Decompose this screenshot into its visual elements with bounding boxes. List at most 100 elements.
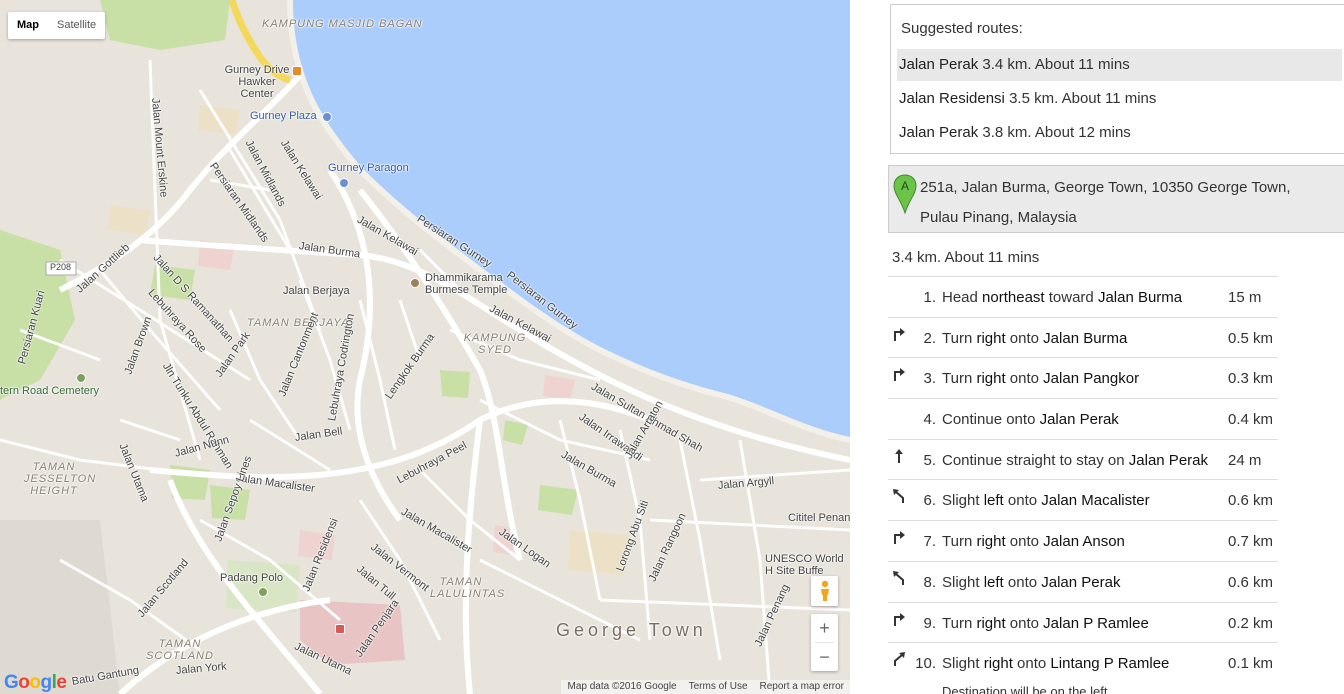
step-direction: northeast [982,289,1045,306]
step-instruction: Turn right onto Jalan Anson [942,533,1125,550]
route-summary: 3.4 km. About 11 mins [892,249,1040,266]
step-road: Jalan Perak [1128,451,1208,469]
route-option[interactable]: Jalan Residensi 3.5 km. About 11 mins [897,83,1342,115]
start-marker-letter: A [901,179,909,193]
step-distance: 0.3 km [1228,370,1274,388]
step-text: Turn [942,533,977,551]
step-road: Jalan Pangkor [1043,370,1140,388]
direction-step[interactable]: 6. Slight left onto Jalan Macalister 0.6 k… [888,479,1278,520]
step-road: Jalan Anson [1043,533,1125,551]
direction-step[interactable]: 4. Continue onto Jalan Perak 0.4 km [888,398,1278,439]
start-marker-icon: A [893,174,917,214]
direction-step[interactable]: 7. Turn right onto Jalan Anson 0.7 km [888,520,1278,561]
poi-label: Dhammikarama Burmese Temple [425,272,508,296]
route-name: Jalan Perak [899,124,979,141]
direction-step[interactable]: 5. Continue straight to stay on Jalan Per… [888,438,1278,480]
step-number: 1. [923,289,936,306]
map-attribution: Map data ©2016 Google Terms of Use Repor… [561,680,850,694]
map-data-text: Map data ©2016 Google [567,681,677,692]
destination-note: Destination will be on the left [942,684,1108,694]
poi-label: Padang Polo [220,572,283,584]
step-text: Slight [942,655,984,673]
step-text: onto [1012,655,1051,673]
step-text: onto [1005,370,1044,388]
direction-step[interactable]: 9. Turn right onto Jalan P Ramlee 0.2 km [888,601,1278,643]
map-type-map-button[interactable]: Map [8,12,48,39]
step-instruction: Continue onto Jalan Perak [942,411,1119,428]
step-text: onto [1003,573,1042,591]
zoom-control: + − [811,614,838,671]
terms-of-use-link[interactable]: Terms of Use [683,680,754,694]
route-detail: 3.8 km. About 12 mins [982,124,1131,141]
step-text: Slight [942,573,984,591]
step-direction: left [983,573,1004,591]
step-instruction: Continue straight to stay on Jalan Perak [942,452,1208,469]
poi-label: Gurney Drive Hawker Center [224,64,290,100]
route-option[interactable]: Jalan Perak 3.8 km. About 12 mins [897,117,1342,149]
step-instruction: Turn right onto Jalan Pangkor [942,370,1139,387]
temple-icon [410,278,420,288]
route-detail: 3.4 km. About 11 mins [982,56,1130,73]
step-number: 2. [923,329,936,347]
park-icon [258,587,268,597]
area-label: KAMPUNG MASJID BAGAN [262,18,423,30]
route-shield: P208 [50,262,72,272]
hospital-icon [335,624,345,634]
step-text: Turn [942,614,977,632]
step-number: 8. [923,573,936,591]
step-distance: 0.2 km [1228,614,1274,632]
step-text: onto [1003,492,1042,510]
directions-steps-list: 1. Head northeast toward Jalan Burma 15 m 2… [888,276,1278,683]
direction-step[interactable]: 10. Slight right onto Lintang P Ramlee 0.1… [888,642,1278,683]
zoom-out-button[interactable]: − [811,643,838,671]
step-direction: right [976,614,1006,632]
step-instruction: Turn right onto Jalan Burma [942,330,1127,347]
area-label: TAMAN JESSELTON HEIGHT [24,461,97,497]
step-text: Slight [942,492,984,510]
route-option[interactable]: Jalan Perak 3.4 km. About 11 mins [897,49,1342,81]
step-instruction: Slight left onto Jalan Macalister [942,492,1150,509]
step-text: onto [1005,533,1044,551]
step-road: Jalan Macalister [1041,492,1150,510]
area-label: TAMAN LALULINTAS [430,576,506,600]
step-text: toward [1044,289,1098,306]
map-type-satellite-button[interactable]: Satellite [48,12,105,39]
map-canvas[interactable]: KAMPUNG MASJID BAGAN Gurney Drive Hawker… [0,0,850,694]
map-type-control: Map Satellite [8,12,106,39]
step-road: Jalan Perak [1041,573,1121,591]
step-direction: left [983,492,1004,510]
direction-step[interactable]: 8. Slight left onto Jalan Perak 0.6 km [888,560,1278,602]
step-number: 7. [923,533,936,551]
poi-label: Gurney Paragon [328,162,409,174]
poi-label: tern Road Cemetery [0,385,100,397]
step-distance: 15 m [1228,289,1262,306]
zoom-in-button[interactable]: + [811,614,838,642]
direction-step[interactable]: 1. Head northeast toward Jalan Burma 15 m [888,276,1278,317]
step-text: Continue straight to stay on [942,451,1129,469]
step-road: Jalan P Ramlee [1043,614,1149,632]
city-label: George Town [556,620,707,640]
step-text: Turn [942,329,977,347]
route-name: Jalan Perak [899,56,979,73]
poi-label: Cititel Penan [788,512,850,524]
step-text: Continue onto [942,411,1040,429]
shopping-icon [339,178,349,188]
area-label: KAMPUNG SYED [463,332,527,356]
area-label: TAMAN BERJAYA [247,317,350,329]
suggested-routes-title: Suggested routes: [901,20,1023,37]
direction-step[interactable]: 2. Turn right onto Jalan Burma 0.5 km [888,316,1278,358]
step-number: 10. [915,655,936,673]
step-distance: 0.7 km [1228,533,1274,551]
street-view-pegman-icon[interactable] [811,576,838,606]
google-logo: Google [4,672,67,693]
step-instruction: Slight left onto Jalan Perak [942,574,1120,591]
report-map-error-link[interactable]: Report a map error [754,680,850,694]
poi-label: UNESCO World H Site Buffe [765,553,844,577]
step-number: 6. [923,492,936,510]
area-label: TAMAN SCOTLAND [146,638,214,662]
start-location-box[interactable]: A 251a, Jalan Burma, George Town, 10350 … [888,165,1344,233]
poi-label: Gurney Plaza [250,110,317,122]
direction-step[interactable]: 3. Turn right onto Jalan Pangkor 0.3 km [888,357,1278,398]
step-distance: 0.6 km [1228,573,1274,591]
step-road: Jalan Burma [1043,329,1128,347]
